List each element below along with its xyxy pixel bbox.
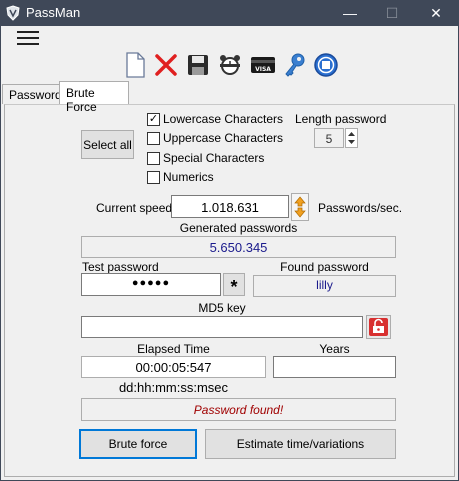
window-title: PassMan [26,5,81,20]
estimate-button[interactable]: Estimate time/variations [205,429,396,459]
maximize-icon: ☐ [385,4,399,21]
years-value [273,356,396,378]
brute-force-label: Brute force [108,437,168,451]
lowercase-label: Lowercase Characters [163,112,284,126]
title-bar: PassMan — ☐ ✕ [0,0,459,26]
close-button[interactable]: ✕ [413,0,459,26]
up-down-arrows-icon [294,196,306,218]
unlock-icon [369,318,388,336]
numerics-option[interactable]: Numerics [147,170,214,184]
length-password-label: Length password [295,112,387,126]
key-icon[interactable] [282,52,308,78]
reveal-password-button[interactable]: * [223,273,245,297]
minimize-icon: — [343,5,357,21]
new-document-icon[interactable] [122,52,148,78]
save-icon[interactable] [185,52,211,78]
test-password-input[interactable]: ●●●●● [81,273,221,296]
uppercase-checkbox[interactable] [147,131,160,145]
tab-password-label: Password [9,88,62,102]
current-speed-label: Current speed [96,201,173,215]
brute-force-button[interactable]: Brute force [79,429,197,459]
hamburger-menu-icon[interactable] [17,29,39,47]
found-password-label: Found password [280,260,369,274]
time-format-label: dd:hh:mm:ss:msec [118,380,229,395]
years-label: Years [319,342,350,356]
lowercase-checkbox[interactable]: ✓ [147,112,160,126]
found-password-value: lilly [253,275,396,297]
md5-unlock-button[interactable] [366,315,391,339]
visa-card-icon[interactable]: VISA [250,52,276,78]
test-password-label: Test password [82,260,159,274]
numerics-label: Numerics [163,170,214,184]
elapsed-time-value: 00:00:05:547 [81,356,266,378]
tab-brute-force-label: Brute Force [66,86,97,114]
select-all-button[interactable]: Select all [81,130,134,159]
delete-icon[interactable] [153,52,179,78]
app-shield-icon [6,5,20,21]
alarm-clock-icon[interactable] [217,52,243,78]
svg-text:VISA: VISA [255,66,271,73]
spinner-arrows-icon [348,132,355,144]
elapsed-time-label: Elapsed Time [137,342,210,356]
status-message: Password found! [81,398,396,421]
generated-passwords-label: Generated passwords [179,221,298,235]
tab-brute-force[interactable]: Brute Force [59,81,129,114]
length-password-value[interactable]: 5 [314,128,344,148]
minimize-button[interactable]: — [327,0,373,26]
numerics-checkbox[interactable] [147,170,160,184]
stop-icon[interactable] [313,52,339,78]
speed-toggle-button[interactable] [291,193,309,221]
length-spinner[interactable] [345,128,358,148]
special-label: Special Characters [163,151,265,165]
maximize-button[interactable]: ☐ [369,0,415,26]
estimate-label: Estimate time/variations [236,437,365,451]
generated-passwords-value: 5.650.345 [81,236,396,258]
tab-password[interactable]: Password [2,84,62,104]
current-speed-value: 1.018.631 [171,195,289,218]
md5-key-input[interactable] [81,316,363,338]
speed-unit-label: Passwords/sec. [318,201,403,215]
select-all-label: Select all [83,137,132,152]
uppercase-label: Uppercase Characters [163,131,284,145]
asterisk-icon: * [230,276,238,297]
special-checkbox[interactable] [147,151,160,165]
uppercase-option[interactable]: Uppercase Characters [147,131,283,145]
md5-key-label: MD5 key [198,301,246,315]
lowercase-option[interactable]: ✓ Lowercase Characters [147,112,283,126]
special-option[interactable]: Special Characters [147,151,264,165]
close-icon: ✕ [430,4,442,21]
